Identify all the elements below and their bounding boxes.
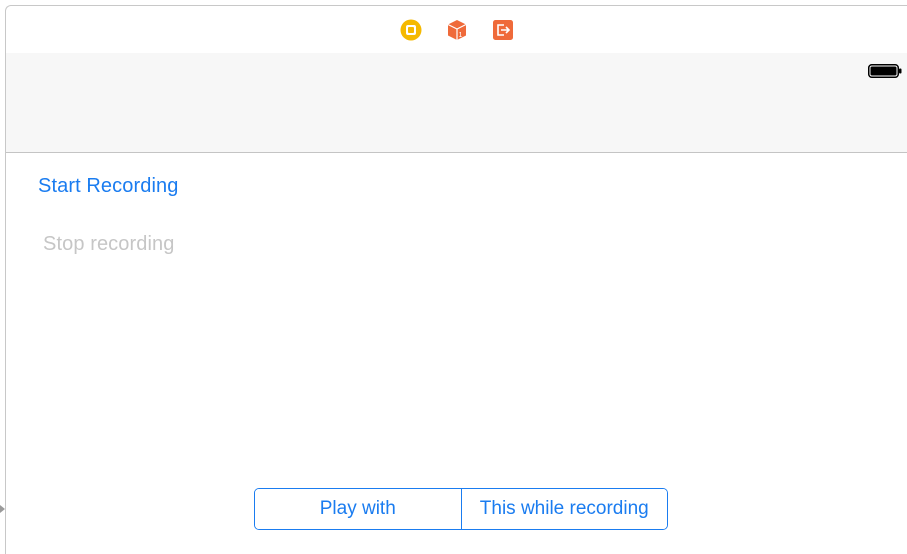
main-view: Start Recording Stop recording Play with… [6,154,907,554]
navigation-bar [6,53,907,153]
start-recording-button[interactable]: Start Recording [38,175,178,198]
view-controller-scene[interactable]: 1 Start Recording Stop recording Play wi… [5,5,907,554]
view-controller-icon[interactable] [400,19,422,41]
scene-dock: 1 [6,6,907,54]
segment-play-with[interactable]: Play with [255,489,461,529]
battery-icon [868,64,902,78]
exit-icon[interactable] [492,19,514,41]
storyboard-canvas: 1 Start Recording Stop recording Play wi… [0,0,907,554]
first-responder-icon[interactable]: 1 [446,19,468,41]
svg-text:1: 1 [458,32,462,39]
segment-this-while-recording[interactable]: This while recording [460,489,667,529]
stop-recording-button[interactable]: Stop recording [43,233,174,256]
playback-segmented-control[interactable]: Play with This while recording [254,488,668,530]
